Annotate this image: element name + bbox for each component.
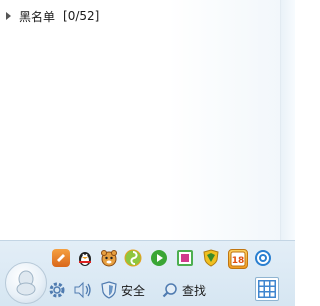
photo-icon[interactable]: [176, 249, 194, 267]
gear-icon: [49, 282, 65, 298]
swirl-icon[interactable]: [124, 249, 142, 267]
security-label: 安全: [121, 283, 146, 298]
play-icon[interactable]: [150, 249, 168, 267]
list-scrollbar[interactable]: [280, 0, 295, 240]
search-icon: [162, 283, 177, 298]
main-menu-button[interactable]: [5, 262, 47, 304]
search-label: 查找: [182, 283, 207, 298]
speaker-icon: [74, 281, 91, 299]
calendar-icon[interactable]: 18: [228, 249, 248, 269]
grid-icon: [258, 280, 276, 298]
security-button[interactable]: 安全: [101, 280, 145, 300]
settings-button[interactable]: [48, 280, 66, 300]
group-name: 黑名单: [19, 9, 56, 24]
penguin-icon[interactable]: [76, 249, 94, 267]
app-manager-button[interactable]: [255, 277, 279, 301]
pencil-icon[interactable]: [52, 249, 70, 267]
group-row-blacklist[interactable]: 黑名单 [0/52]: [6, 8, 99, 24]
pet-icon[interactable]: [100, 249, 118, 267]
group-count: [0/52]: [63, 9, 100, 23]
sound-button[interactable]: [73, 280, 93, 300]
svg-text:18: 18: [232, 256, 245, 266]
globe-icon[interactable]: [254, 249, 272, 267]
contact-list: 黑名单 [0/52]: [0, 0, 281, 240]
expand-arrow-icon[interactable]: [6, 12, 11, 20]
shield-icon: [101, 281, 117, 299]
search-button[interactable]: 查找: [162, 280, 206, 300]
shield-game-icon[interactable]: [202, 249, 220, 267]
